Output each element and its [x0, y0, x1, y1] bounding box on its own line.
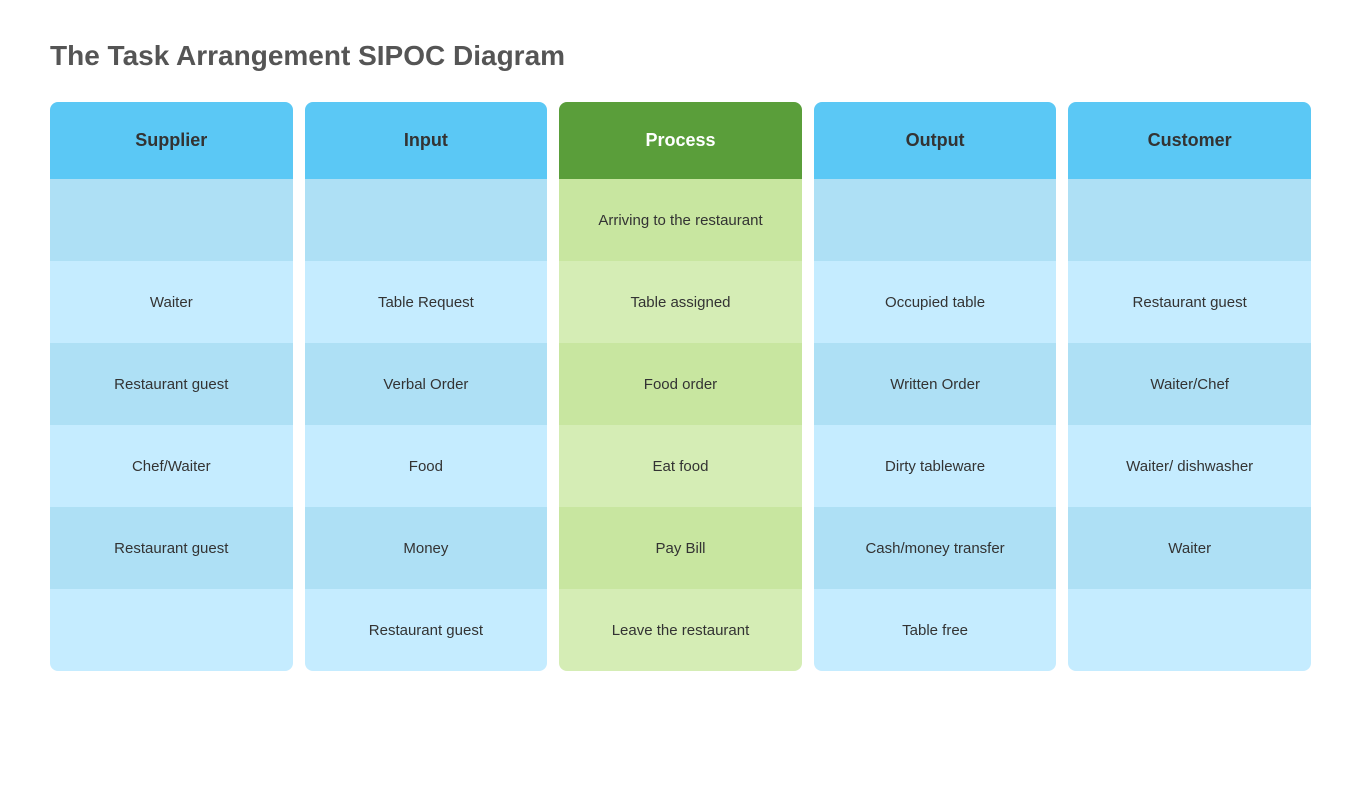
- cell-supplier-0: [50, 179, 293, 261]
- cell-input-0: [305, 179, 548, 261]
- column-header-customer: Customer: [1068, 102, 1311, 179]
- cell-customer-2: Waiter/Chef: [1068, 343, 1311, 425]
- cell-process-1: Table assigned: [559, 261, 802, 343]
- cell-input-1: Table Request: [305, 261, 548, 343]
- column-supplier: SupplierWaiterRestaurant guestChef/Waite…: [50, 102, 293, 671]
- cell-input-4: Money: [305, 507, 548, 589]
- column-input: Input Table RequestVerbal OrderFoodMoneyR…: [305, 102, 548, 671]
- cell-process-3: Eat food: [559, 425, 802, 507]
- cell-input-5: Restaurant guest: [305, 589, 548, 671]
- cell-output-0: [814, 179, 1057, 261]
- cell-process-0: Arriving to the restaurant: [559, 179, 802, 261]
- cell-output-1: Occupied table: [814, 261, 1057, 343]
- sipoc-diagram: SupplierWaiterRestaurant guestChef/Waite…: [50, 102, 1311, 671]
- cell-output-2: Written Order: [814, 343, 1057, 425]
- column-customer: CustomerRestaurant guestWaiter/ChefWaite…: [1068, 102, 1311, 671]
- cell-supplier-5: [50, 589, 293, 671]
- cell-process-4: Pay Bill: [559, 507, 802, 589]
- cell-supplier-4: Restaurant guest: [50, 507, 293, 589]
- cell-output-4: Cash/money transfer: [814, 507, 1057, 589]
- cell-process-2: Food order: [559, 343, 802, 425]
- cell-process-5: Leave the restaurant: [559, 589, 802, 671]
- column-output: Output Occupied tableWritten OrderDirty t…: [814, 102, 1057, 671]
- page-title: The Task Arrangement SIPOC Diagram: [50, 40, 1311, 72]
- cell-customer-0: [1068, 179, 1311, 261]
- column-header-process: Process: [559, 102, 802, 179]
- cell-supplier-1: Waiter: [50, 261, 293, 343]
- cell-output-5: Table free: [814, 589, 1057, 671]
- cell-supplier-3: Chef/Waiter: [50, 425, 293, 507]
- cell-customer-1: Restaurant guest: [1068, 261, 1311, 343]
- column-header-input: Input: [305, 102, 548, 179]
- column-header-output: Output: [814, 102, 1057, 179]
- column-process: ProcessArriving to the restaurantTable a…: [559, 102, 802, 671]
- cell-customer-5: [1068, 589, 1311, 671]
- cell-customer-4: Waiter: [1068, 507, 1311, 589]
- cell-input-3: Food: [305, 425, 548, 507]
- column-header-supplier: Supplier: [50, 102, 293, 179]
- cell-input-2: Verbal Order: [305, 343, 548, 425]
- cell-customer-3: Waiter/ dishwasher: [1068, 425, 1311, 507]
- cell-supplier-2: Restaurant guest: [50, 343, 293, 425]
- cell-output-3: Dirty tableware: [814, 425, 1057, 507]
